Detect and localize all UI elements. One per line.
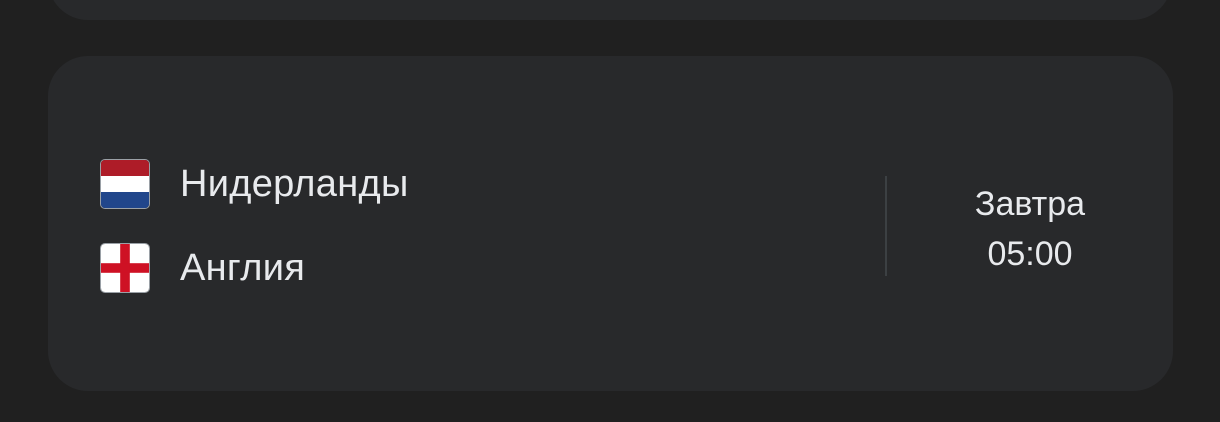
match-time-label: 05:00	[987, 235, 1073, 273]
match-time: Завтра 05:00	[930, 179, 1130, 279]
match-card[interactable]: Нидерланды Англия Завтра 05:00	[48, 56, 1173, 391]
netherlands-flag-icon	[100, 159, 150, 209]
away-team-name: Англия	[180, 246, 306, 289]
england-flag-icon	[100, 243, 150, 293]
home-team-row: Нидерланды	[100, 159, 409, 209]
away-team-row: Англия	[100, 243, 305, 293]
divider	[885, 176, 887, 276]
previous-match-card[interactable]	[48, 0, 1172, 20]
home-team-name: Нидерланды	[180, 162, 409, 205]
match-day-label: Завтра	[974, 185, 1086, 223]
